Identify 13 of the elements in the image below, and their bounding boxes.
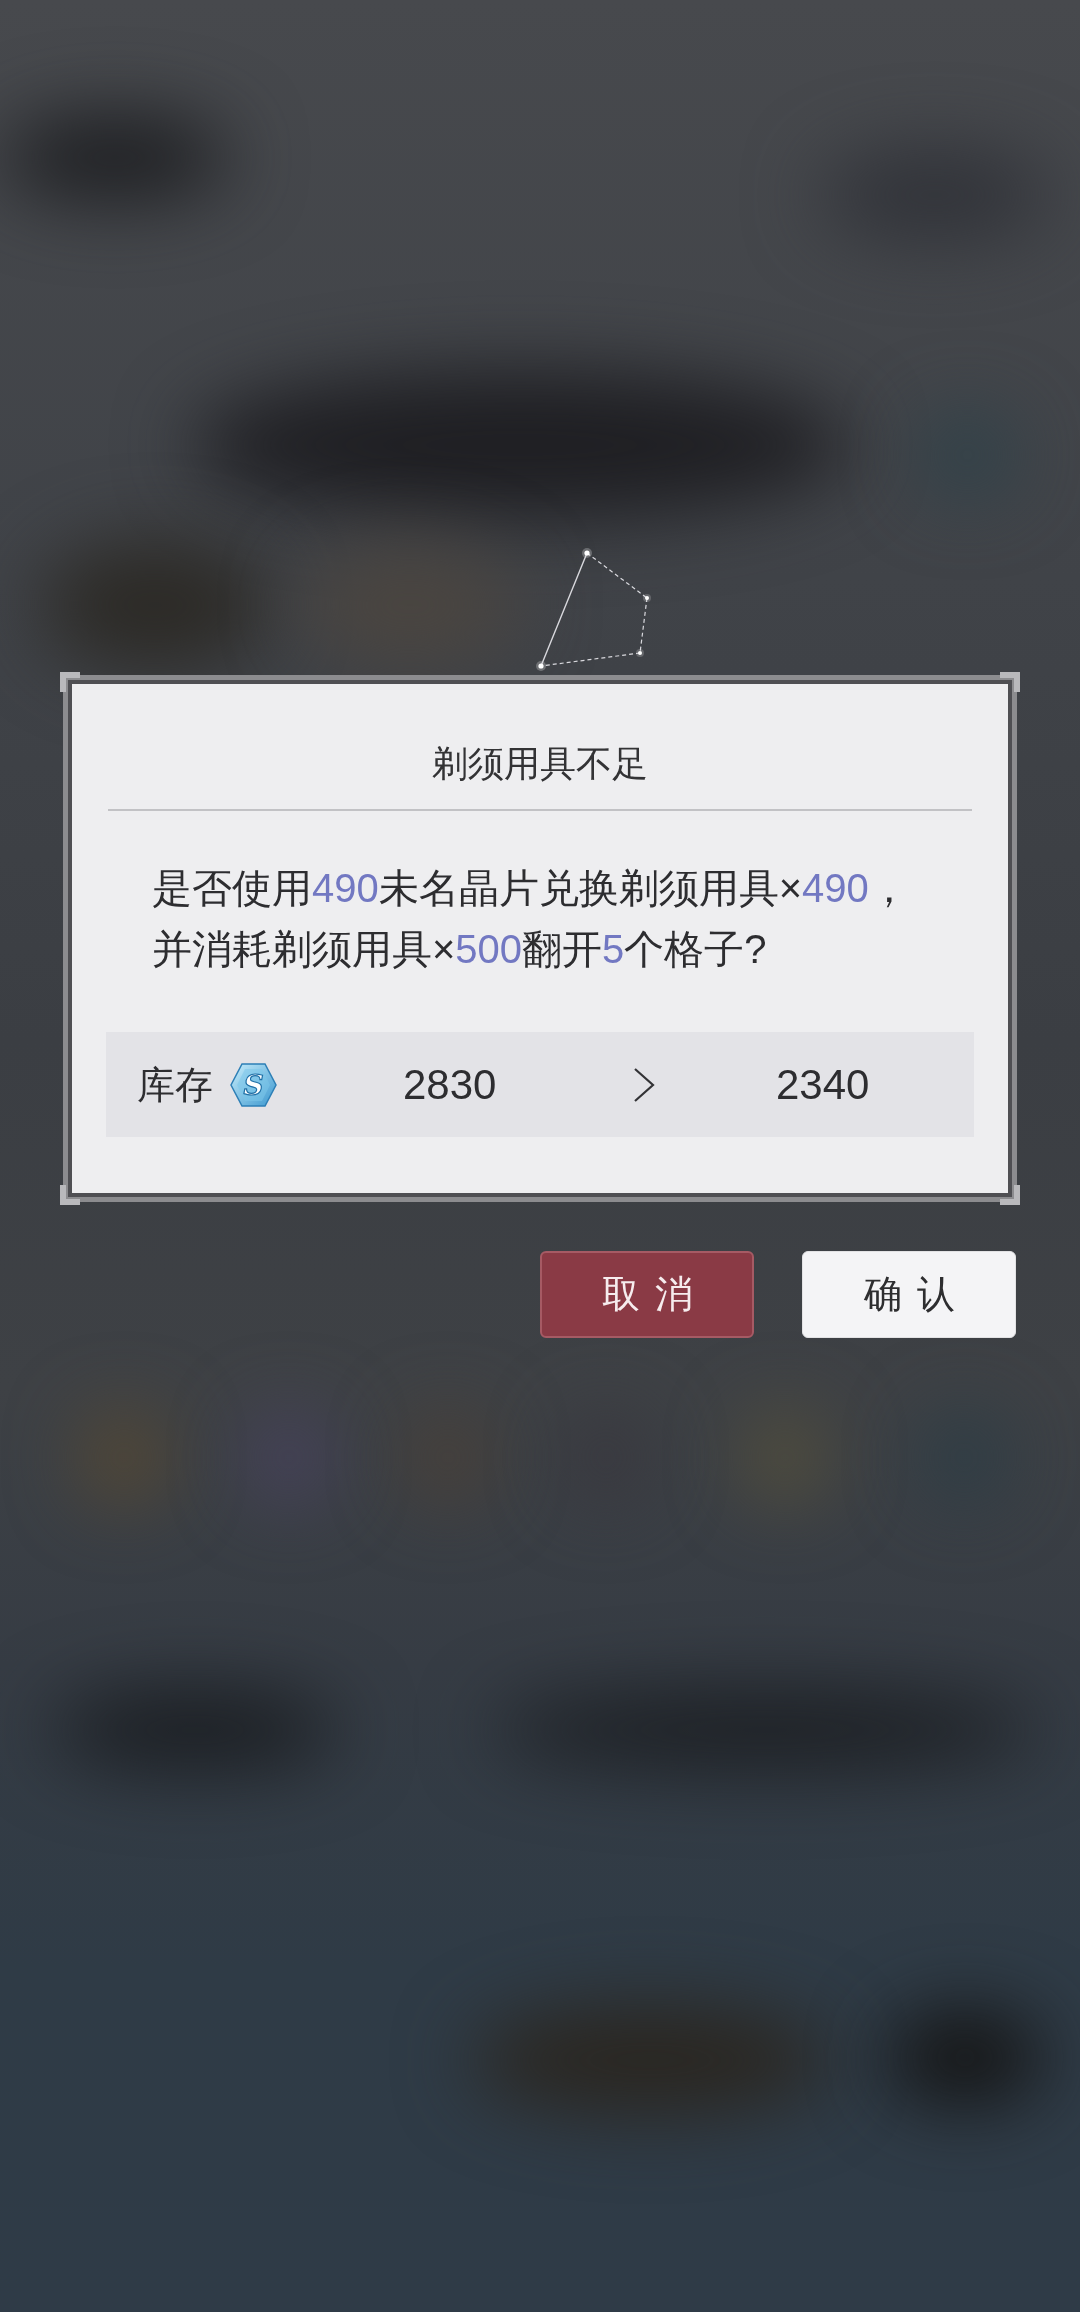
chevron-right-icon [632, 1066, 656, 1103]
stock-value: 2830 [403, 1059, 497, 1110]
gem-icon: S [230, 1062, 277, 1107]
stock-value: 2340 [776, 1059, 870, 1110]
corner-bracket-icon [1000, 672, 1020, 692]
cancel-button[interactable]: 取消 [540, 1251, 754, 1338]
dialog-title: 剃须用具不足 [431, 742, 649, 786]
confirm-button[interactable]: 确认 [802, 1251, 1016, 1338]
stock-label: 库存 [137, 1062, 213, 1108]
dialog-message: 是否使用490未名晶片兑换剃须用具×490，并消耗剃须用具×500翻开5个格子? [152, 865, 910, 973]
corner-bracket-icon [60, 1185, 80, 1205]
corner-bracket-icon [60, 672, 80, 692]
corner-bracket-icon [1000, 1185, 1020, 1205]
